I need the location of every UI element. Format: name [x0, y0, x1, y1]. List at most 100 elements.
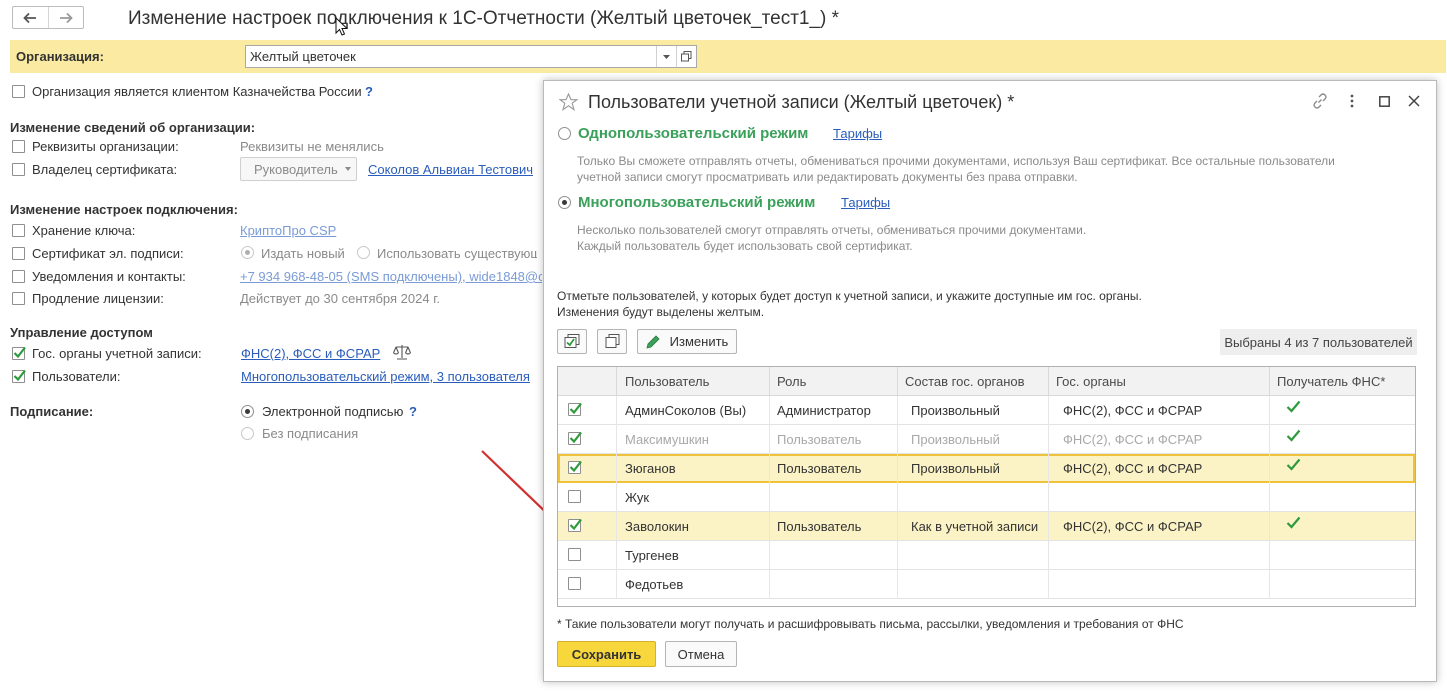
- table-row[interactable]: Максимушкин Пользователь Произвольный ФНС(2…: [558, 425, 1415, 454]
- table-row[interactable]: АдминСоколов (Вы) Администратор Произвольн…: [558, 396, 1415, 425]
- multi-mode-desc-2: Каждый пользователь будет использовать с…: [577, 239, 913, 253]
- dialog-title: Пользователи учетной записи (Желтый цвет…: [588, 92, 1015, 112]
- scales-icon[interactable]: [393, 344, 411, 360]
- gov-value-link[interactable]: ФНС(2), ФСС и ФСРАР: [241, 346, 380, 361]
- dropdown-button[interactable]: [656, 46, 676, 67]
- table-row[interactable]: Федотьев: [558, 570, 1415, 599]
- cert-checkbox[interactable]: [12, 247, 25, 260]
- maximize-icon[interactable]: [1379, 96, 1390, 107]
- owner-name-link[interactable]: Соколов Альвиан Тестович: [368, 162, 533, 177]
- column-header-composition[interactable]: Состав гос. органов: [898, 367, 1025, 396]
- cell-fns-recipient[interactable]: [1286, 510, 1301, 539]
- cert-new-radio[interactable]: [241, 246, 254, 259]
- signing-none-radio[interactable]: [241, 427, 254, 440]
- users-dialog: Пользователи учетной записи (Желтый цвет…: [543, 80, 1437, 682]
- access-title: Управление доступом: [10, 325, 153, 340]
- row-checkbox[interactable]: [568, 548, 581, 561]
- link-icon[interactable]: [1312, 93, 1328, 109]
- details-label: Реквизиты организации:: [32, 139, 179, 154]
- back-button[interactable]: [13, 7, 48, 28]
- gov-label: Гос. органы учетной записи:: [32, 346, 202, 361]
- conn-changes-title: Изменение настроек подключения:: [10, 202, 238, 217]
- cell-fns-recipient[interactable]: [1286, 394, 1301, 423]
- multi-mode-radio[interactable]: [558, 196, 571, 209]
- single-mode-tariffs-link[interactable]: Тарифы: [833, 126, 882, 141]
- edit-button-label: Изменить: [669, 334, 729, 349]
- row-checkbox[interactable]: [568, 577, 581, 590]
- cell-role: Администратор: [777, 403, 871, 418]
- cell-user: Федотьев: [625, 577, 684, 592]
- cell-fns-recipient[interactable]: [1286, 423, 1301, 452]
- save-button[interactable]: Сохранить: [557, 641, 656, 667]
- users-table: Пользователь Роль Состав гос. органов Го…: [557, 366, 1416, 607]
- pencil-icon: [646, 334, 660, 349]
- owner-checkbox[interactable]: [12, 163, 25, 176]
- table-row[interactable]: Тургенев: [558, 541, 1415, 570]
- signing-title: Подписание:: [10, 404, 94, 419]
- users-label: Пользователи:: [32, 369, 121, 384]
- close-icon[interactable]: [1408, 95, 1420, 107]
- signing-electronic-radio[interactable]: [241, 405, 254, 418]
- more-icon[interactable]: [1350, 94, 1354, 108]
- cancel-button[interactable]: Отмена: [665, 641, 737, 667]
- notify-label: Уведомления и контакты:: [32, 269, 186, 284]
- column-header-user[interactable]: Пользователь: [618, 367, 709, 396]
- copy-icon: [605, 334, 619, 348]
- column-header-fns[interactable]: Получатель ФНС*: [1270, 367, 1385, 396]
- organization-bar: [10, 40, 1446, 73]
- notify-value-link[interactable]: +7 934 968-48-05 (SMS подключены), wide1…: [240, 269, 542, 284]
- column-header-gov-orgs[interactable]: Гос. органы: [1049, 367, 1126, 396]
- row-checkbox[interactable]: [568, 490, 581, 503]
- owner-role-label: Руководитель: [254, 161, 338, 177]
- single-mode-desc-2: учетной записи смогут просматривать или …: [577, 170, 1078, 184]
- cell-role: Пользователь: [777, 432, 862, 447]
- license-checkbox[interactable]: [12, 292, 25, 305]
- edit-button[interactable]: Изменить: [637, 329, 737, 354]
- navigation-buttons: [12, 6, 84, 29]
- key-checkbox[interactable]: [12, 224, 25, 237]
- row-checkbox[interactable]: [568, 460, 582, 474]
- check-all-button[interactable]: [557, 329, 587, 354]
- check-all-icon: [564, 334, 580, 348]
- users-checkbox[interactable]: [12, 369, 26, 383]
- owner-label: Владелец сертификата:: [32, 162, 178, 177]
- cell-gov-orgs: ФНС(2), ФСС и ФСРАР: [1063, 519, 1203, 534]
- open-organization-button[interactable]: [676, 46, 696, 67]
- single-mode-radio[interactable]: [558, 127, 571, 140]
- signing-electronic-label: Электронной подписью: [262, 404, 404, 419]
- key-value-link[interactable]: КриптоПро CSP: [240, 223, 336, 238]
- row-checkbox[interactable]: [568, 402, 582, 416]
- treasury-help-icon[interactable]: ?: [365, 84, 373, 99]
- selected-counter: Выбраны 4 из 7 пользователей: [1220, 329, 1417, 355]
- row-checkbox[interactable]: [568, 518, 582, 532]
- signing-help-icon[interactable]: ?: [409, 404, 417, 419]
- organization-select[interactable]: Желтый цветочек: [245, 45, 697, 68]
- star-icon[interactable]: [559, 93, 578, 111]
- table-row[interactable]: Жук: [558, 483, 1415, 512]
- cell-fns-recipient[interactable]: [1286, 452, 1301, 481]
- checkmark-icon: [569, 460, 582, 473]
- forward-button[interactable]: [47, 7, 84, 28]
- checkmark-icon: [569, 431, 582, 444]
- users-value-link[interactable]: Многопользовательский режим, 3 пользоват…: [241, 369, 530, 384]
- gov-checkbox[interactable]: [12, 346, 26, 360]
- cert-existing-radio[interactable]: [357, 246, 370, 259]
- column-header-role[interactable]: Роль: [770, 367, 806, 396]
- cell-user: АдминСоколов (Вы): [625, 403, 747, 418]
- owner-role-button[interactable]: Руководитель: [240, 157, 357, 181]
- multi-mode-title: Многопользовательский режим: [578, 194, 816, 211]
- chevron-down-icon: [344, 167, 351, 171]
- table-row[interactable]: Заволокин Пользователь Как в учетной запис…: [558, 512, 1415, 541]
- notify-checkbox[interactable]: [12, 270, 25, 283]
- treasury-checkbox[interactable]: [12, 85, 25, 98]
- row-checkbox[interactable]: [568, 431, 582, 445]
- cell-composition: Произвольный: [911, 432, 1000, 447]
- footnote: * Такие пользователи могут получать и ра…: [557, 617, 1184, 631]
- multi-mode-tariffs-link[interactable]: Тарифы: [841, 195, 890, 210]
- multi-mode-desc-1: Несколько пользователей смогут отправлят…: [577, 223, 1087, 237]
- page-title: Изменение настроек подключения к 1С-Отче…: [128, 8, 840, 29]
- copy-button[interactable]: [597, 329, 627, 354]
- table-row[interactable]: Зюганов Пользователь Произвольный ФНС(2), Ф…: [558, 454, 1415, 483]
- details-checkbox[interactable]: [12, 140, 25, 153]
- checkmark-icon: [569, 402, 582, 415]
